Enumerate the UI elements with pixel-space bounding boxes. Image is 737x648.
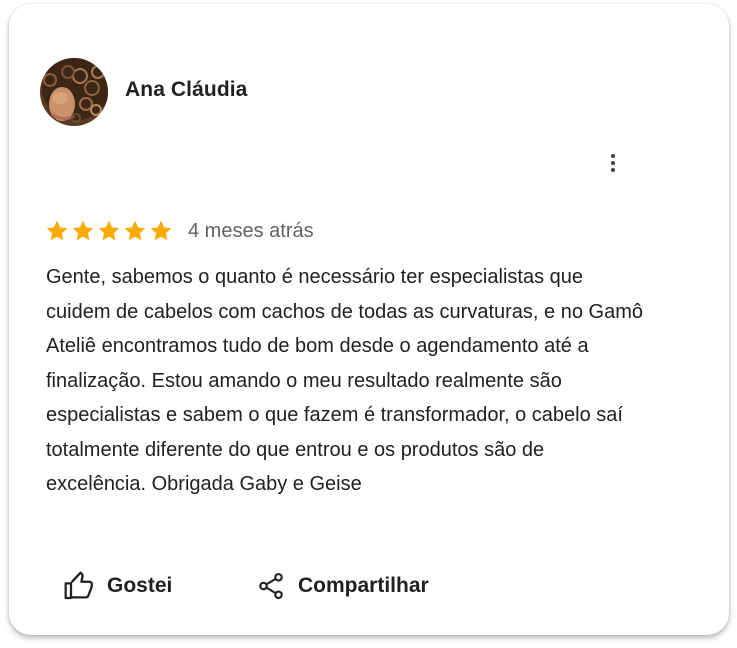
more-vert-icon-dot — [611, 161, 615, 165]
rating-row: 4 meses atrás — [45, 218, 314, 244]
like-button[interactable]: Gostei — [63, 568, 172, 604]
star-icon — [150, 220, 172, 241]
share-button[interactable]: Compartilhar — [256, 568, 429, 604]
avatar[interactable] — [40, 58, 108, 126]
star-rating — [45, 219, 173, 243]
share-icon — [259, 572, 283, 600]
like-label: Gostei — [107, 574, 173, 597]
share-label: Compartilhar — [298, 574, 429, 597]
more-vert-icon-dot — [611, 168, 615, 172]
review-date: 4 meses atrás — [188, 219, 314, 242]
star-icon — [98, 220, 120, 241]
star-icon — [124, 220, 146, 241]
more-vert-icon — [611, 154, 615, 158]
avatar-image — [40, 58, 108, 126]
reviewer-name[interactable]: Ana Cláudia — [125, 78, 247, 102]
more-options-button[interactable] — [600, 150, 626, 176]
star-icon — [72, 220, 94, 241]
review-text: Gente, sabemos o quanto é necessário ter… — [46, 266, 643, 495]
review-card: Ana Cláudia 4 meses atrás Gente, sabemos… — [9, 4, 729, 635]
thumb-up-icon — [64, 571, 93, 600]
star-icon — [46, 220, 68, 241]
